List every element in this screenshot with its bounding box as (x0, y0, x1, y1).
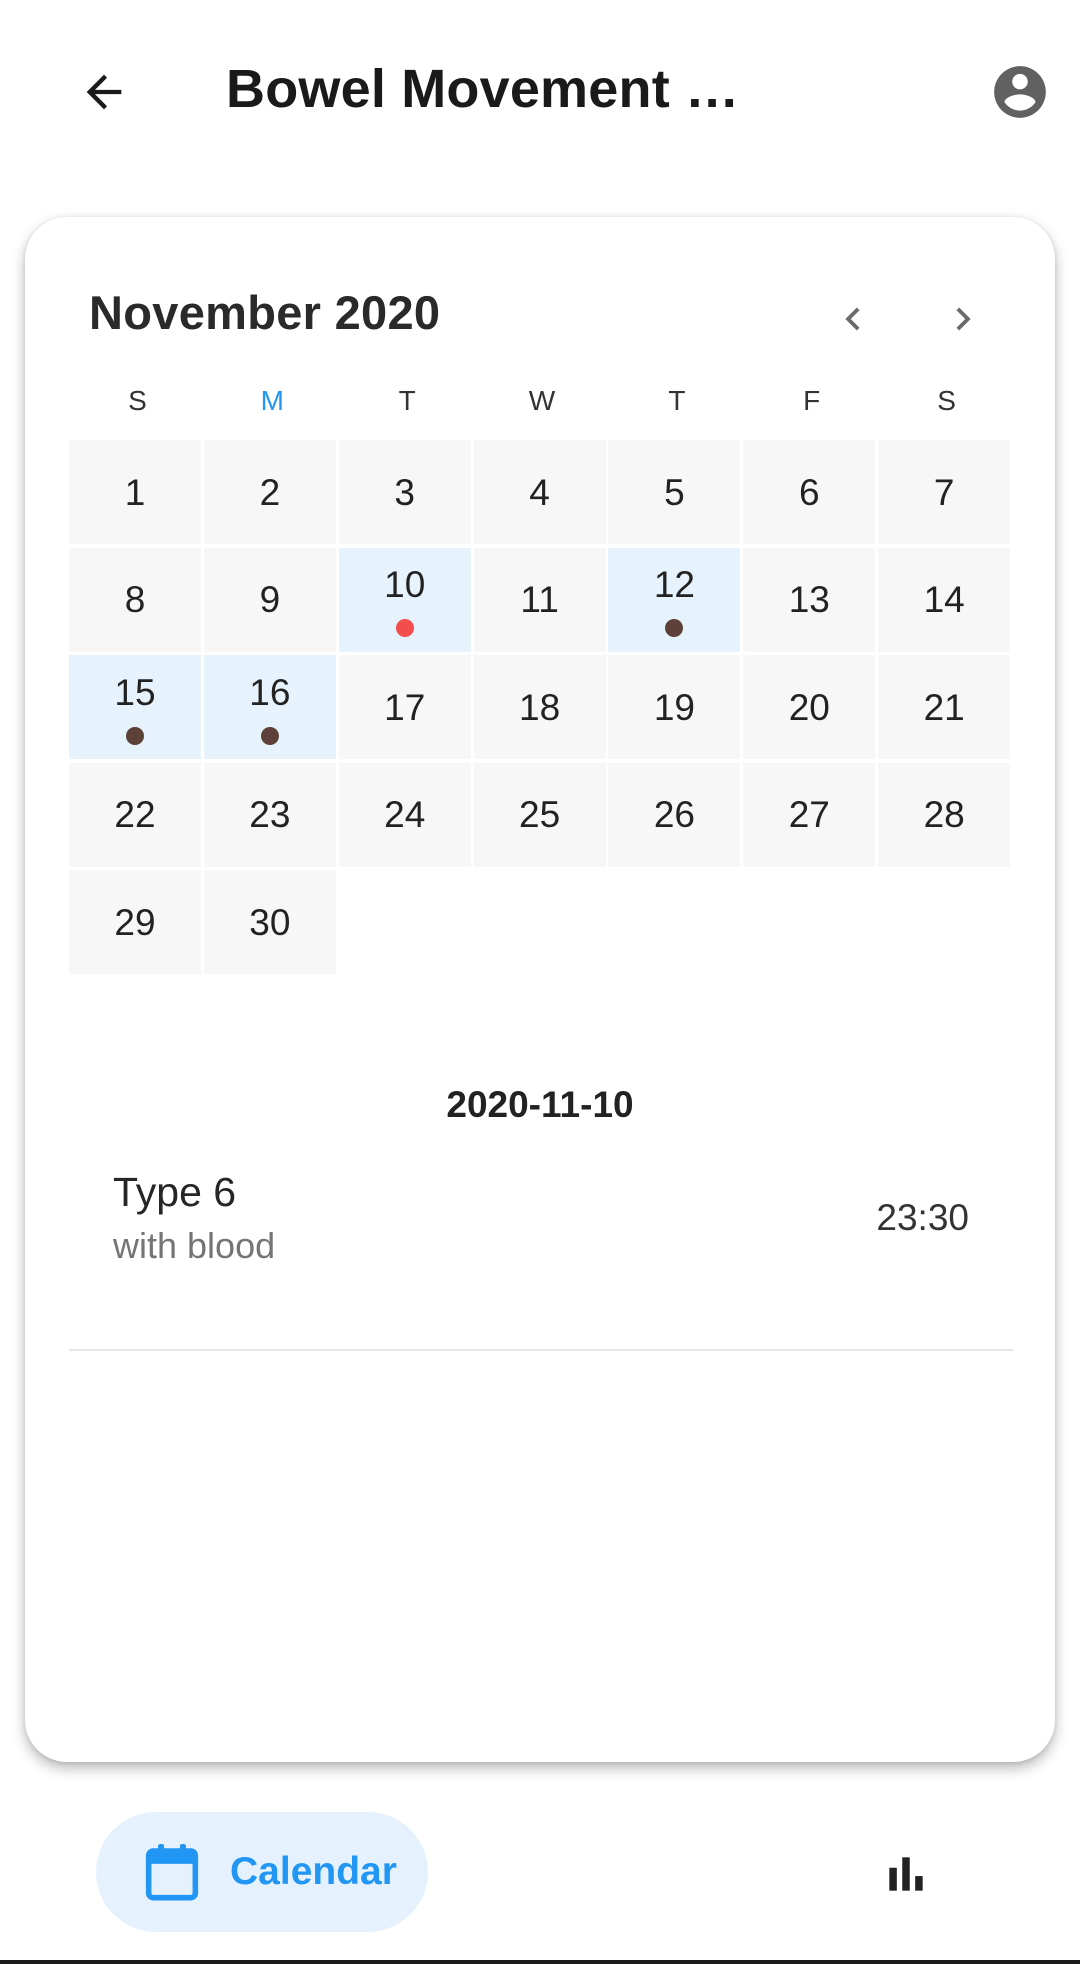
day-number: 22 (114, 794, 156, 835)
weekday-label: S (128, 385, 147, 416)
calendar-day[interactable]: 17 (338, 655, 471, 759)
day-number: 8 (124, 579, 146, 620)
divider (69, 1349, 1013, 1351)
chevron-left-icon (845, 307, 860, 331)
entry-dot-indicator (260, 726, 279, 745)
weekday-label: S (937, 385, 956, 416)
calendar-day[interactable]: 27 (743, 762, 876, 867)
day-number: 15 (114, 671, 156, 713)
calendar-day[interactable]: 21 (878, 655, 1011, 759)
day-number: 25 (519, 794, 561, 835)
entry-detail: with blood (113, 1225, 276, 1266)
nav-statistics-tab[interactable] (872, 1840, 940, 1908)
day-number: 7 (933, 471, 955, 513)
day-number: 1 (124, 471, 146, 513)
calendar-day[interactable]: 10 (338, 547, 471, 652)
account-circle-icon (994, 66, 1046, 118)
weekday-label: T (668, 385, 686, 416)
day-number: 28 (923, 794, 965, 835)
entry-time: 23:30 (876, 1197, 969, 1238)
day-number: 19 (653, 686, 696, 728)
day-number: 14 (923, 579, 965, 620)
day-number: 6 (799, 471, 820, 513)
day-number: 20 (788, 686, 830, 728)
day-number: 27 (788, 794, 830, 835)
day-number: 2 (259, 471, 281, 513)
nav-calendar-label: Calendar (230, 1850, 397, 1893)
calendar-day[interactable]: 16 (203, 655, 336, 759)
weekday-header: SMTWTFS (70, 385, 1014, 417)
day-number: 16 (249, 671, 291, 713)
calendar-day[interactable]: 20 (743, 655, 876, 759)
day-number: 5 (664, 471, 685, 513)
weekday-label: M (260, 385, 284, 416)
entry-list-item[interactable]: Type 6 with blood 23:30 (69, 1155, 1013, 1287)
calendar-day[interactable]: 19 (608, 655, 741, 759)
calendar-day[interactable]: 5 (608, 440, 741, 544)
account-button[interactable] (984, 56, 1056, 128)
day-number: 13 (788, 579, 830, 620)
calendar-day[interactable]: 18 (473, 655, 606, 759)
entry-type: Type 6 (113, 1169, 237, 1215)
day-number: 12 (653, 564, 696, 605)
day-number: 4 (529, 471, 550, 513)
day-number: 9 (259, 579, 281, 620)
day-number: 18 (519, 686, 561, 728)
day-number: 11 (520, 579, 559, 620)
calendar-day[interactable]: 22 (69, 762, 201, 867)
calendar-day[interactable]: 7 (878, 440, 1011, 544)
calendar-day[interactable]: 11 (473, 547, 606, 652)
calendar-day[interactable]: 26 (608, 762, 741, 867)
calendar-day[interactable]: 14 (878, 547, 1011, 652)
calendar-day[interactable]: 29 (69, 870, 201, 974)
weekday-label: W (528, 385, 556, 416)
calendar-day[interactable]: 30 (203, 870, 336, 974)
previous-month-button[interactable] (821, 287, 885, 351)
calendar-day[interactable]: 3 (338, 440, 471, 544)
app-bar: Bowel Movement … (0, 0, 1080, 184)
selected-date-heading: 2020-11-10 (446, 1084, 634, 1125)
system-navigation-bar (0, 1960, 1080, 1964)
day-number: 24 (384, 794, 426, 835)
calendar-day[interactable]: 6 (743, 440, 876, 544)
calendar-day[interactable]: 12 (608, 547, 741, 652)
day-number: 23 (249, 794, 291, 835)
page-title: Bowel Movement … (226, 59, 740, 119)
calendar-day[interactable]: 8 (69, 547, 201, 652)
calendar-day[interactable]: 4 (473, 440, 606, 544)
arrow-left-icon (86, 74, 122, 110)
bar-chart-icon (889, 1857, 923, 1891)
calendar-card: November 2020 SMTWTFS 1 2 3 4 5 6 7 8 9 10 11 12 13 1… (25, 217, 1055, 1762)
back-button[interactable] (64, 52, 144, 132)
calendar-day[interactable]: 15 (69, 655, 201, 759)
day-number: 3 (394, 471, 415, 513)
day-number: 21 (923, 686, 965, 728)
day-number: 10 (384, 564, 426, 605)
day-number: 30 (249, 901, 291, 943)
month-title: November 2020 (89, 286, 441, 339)
calendar-day[interactable]: 13 (743, 547, 876, 652)
chevron-right-icon (956, 307, 971, 331)
calendar-day[interactable]: 9 (203, 547, 336, 652)
next-month-button[interactable] (931, 287, 995, 351)
entry-dot-indicator (665, 619, 684, 637)
day-number: 17 (384, 686, 426, 728)
day-number: 26 (653, 794, 696, 835)
entry-dot-indicator (395, 619, 414, 637)
nav-calendar-tab[interactable]: Calendar (96, 1812, 428, 1932)
calendar-day[interactable]: 24 (338, 762, 471, 867)
calendar-day[interactable]: 1 (69, 440, 201, 544)
calendar-day[interactable]: 23 (203, 762, 336, 867)
bottom-navigation: Calendar (0, 1790, 1080, 1964)
day-number: 29 (114, 901, 156, 943)
calendar-icon (144, 1841, 200, 1903)
calendar-day[interactable]: 2 (203, 440, 336, 544)
calendar-day[interactable]: 25 (473, 762, 606, 867)
calendar-day[interactable]: 28 (878, 762, 1011, 867)
weekday-label: F (803, 385, 821, 416)
weekday-label: T (398, 385, 416, 416)
entry-dot-indicator (126, 726, 144, 745)
